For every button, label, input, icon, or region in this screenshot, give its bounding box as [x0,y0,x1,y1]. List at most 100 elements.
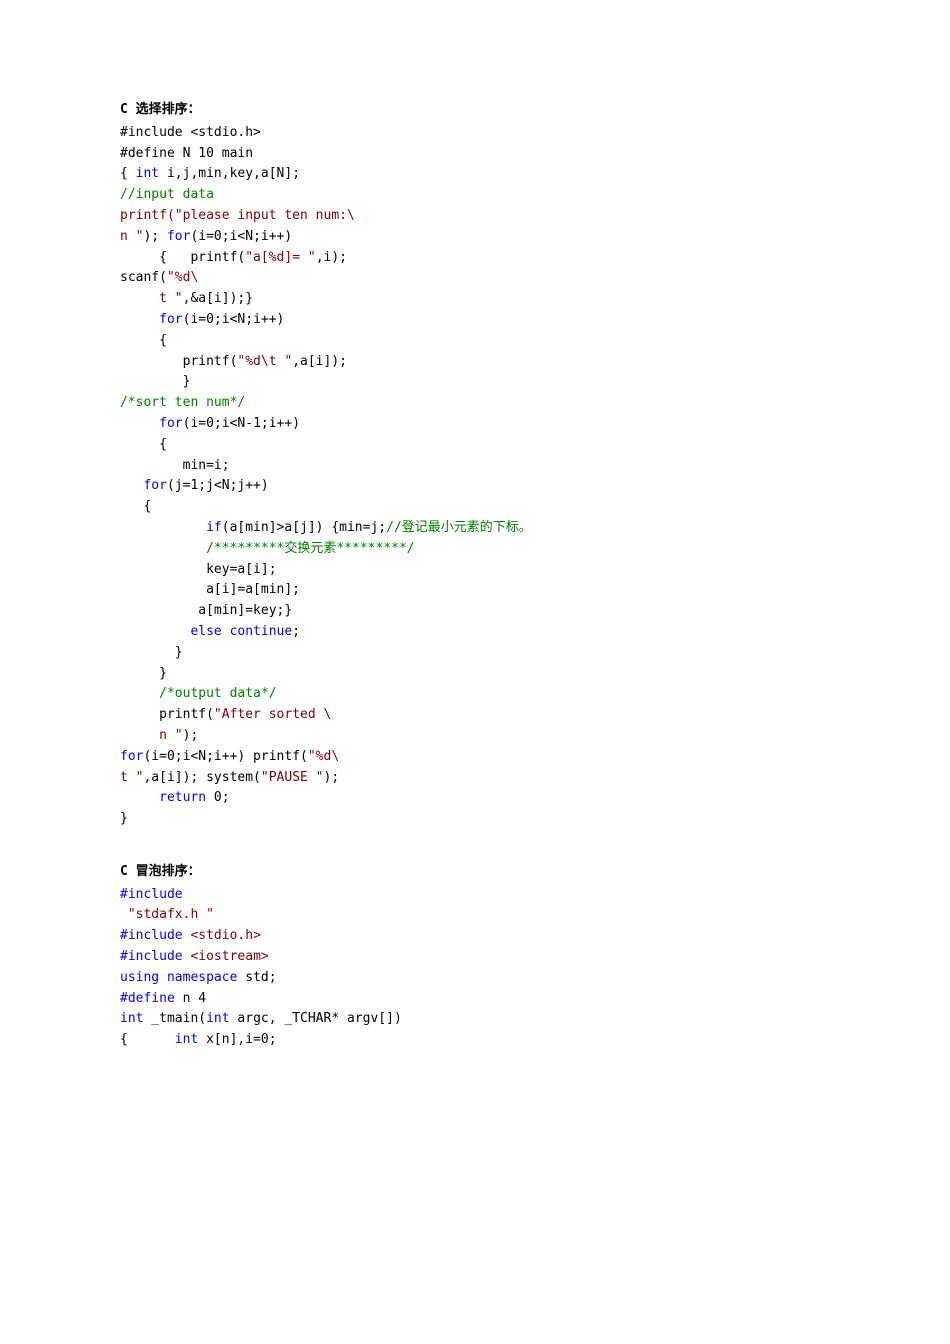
code-line: "stdafx.h " [120,905,830,926]
code-segment: { [120,166,128,181]
code-segment: t " [120,770,143,785]
code-segment: (i=0;i<N;i++) [183,312,285,327]
code-line: } [120,809,830,830]
code-segment: int [175,1032,198,1047]
code-segment: n " [120,229,143,244]
code-segment: ,&a[i]);} [183,291,253,306]
code-segment: (i=0;i<N;i++) [190,229,292,244]
code-line: printf("%d\t ",a[i]); [120,352,830,373]
code-segment: a[i]=a[min]; [120,582,300,597]
code-segment: key=a[i]; [120,562,277,577]
code-segment: "%d\ [167,270,198,285]
code-line: /*output data*/ [120,684,830,705]
code-segment: <iostream> [183,949,269,964]
code-line: #include <stdio.h> [120,926,830,947]
code-segment: for [159,229,190,244]
code-segment: } [120,811,128,826]
code-segment: printf("please input ten num:\ [120,208,355,223]
code-segment: #define N 10 main [120,146,253,161]
code-line: else continue; [120,622,830,643]
code-line: { printf("a[%d]= ",i); [120,248,830,269]
code-segment: <stdio.h> [183,928,261,943]
code-line: return 0; [120,788,830,809]
code-line: #define N 10 main [120,144,830,165]
code-segment: //input data [120,187,214,202]
code-segment: /*output data*/ [120,686,277,701]
code-segment: } [120,645,183,660]
code-segment: n 4 [175,991,206,1006]
code-line: for(i=0;i<N-1;i++) [120,414,830,435]
code-line: } [120,664,830,685]
code-segment: { [120,499,151,514]
code-segment: i,j,min,key,a[N]; [159,166,300,181]
code-segment: std; [237,970,276,985]
code-line: a[i]=a[min]; [120,580,830,601]
code-segment: for [120,416,183,431]
code-line: int _tmain(int argc, _TCHAR* argv[]) [120,1009,830,1030]
code-segment: scanf( [120,270,167,285]
code-segment: { [120,333,167,348]
code-segment: #include [120,887,183,902]
code-segment: ); [143,229,159,244]
code-line: n "); for(i=0;i<N;i++) [120,227,830,248]
section2-title: C 冒泡排序： [120,862,830,883]
code-line: #include <stdio.h> [120,123,830,144]
code-line: for(j=1;j<N;j++) [120,476,830,497]
code-segment: (i=0;i<N-1;i++) [183,416,300,431]
code-line: { [120,331,830,352]
code-line: using namespace std; [120,968,830,989]
code-segment: ; [292,624,300,639]
code-segment: return [120,790,206,805]
code-segment: "After sorted \ [214,707,331,722]
code-line: for(i=0;i<N;i++) [120,310,830,331]
code-line: key=a[i]; [120,560,830,581]
section1-title: C 选择排序： [120,100,830,121]
code-segment: (i=0;i<N;i++) printf( [143,749,307,764]
code-line: { int x[n],i=0; [120,1030,830,1051]
code-segment: printf( [120,354,237,369]
code-segment: t " [120,291,183,306]
code-line: for(i=0;i<N;i++) printf("%d\ [120,747,830,768]
code-segment: "stdafx.h " [120,907,214,922]
code-segment: int [120,1011,143,1026]
code-segment: "PAUSE " [261,770,324,785]
code-line: #include [120,885,830,906]
code-segment: { [120,437,167,452]
code-segment: ,a[i]); system( [143,770,260,785]
code-line: } [120,643,830,664]
code-segment: int [206,1011,229,1026]
code-segment: /*sort ten num*/ [120,395,245,410]
code-segment: n " [120,728,183,743]
code-segment: namespace [159,970,237,985]
code-line: if(a[min]>a[j]) {min=j;//登记最小元素的下标。 [120,518,830,539]
code-segment: "%d\t " [237,354,292,369]
code-segment: for [120,478,167,493]
code-line: //input data [120,185,830,206]
code-segment: #include [120,928,183,943]
code-segment: #include [120,949,183,964]
code-segment: ); [183,728,199,743]
code-line: { int i,j,min,key,a[N]; [120,164,830,185]
code-segment: { printf( [120,250,245,265]
section1-code: #include <stdio.h> #define N 10 main { int… [120,123,830,830]
code-line: printf("please input ten num:\ [120,206,830,227]
code-line: printf("After sorted \ [120,705,830,726]
code-segment: //登记最小元素的下标。 [386,520,532,535]
code-segment: #define [120,991,175,1006]
code-line: #define n 4 [120,989,830,1010]
code-segment: 0; [206,790,229,805]
code-segment: (j=1;j<N;j++) [167,478,269,493]
code-segment: } [120,374,190,389]
code-segment: ,a[i]); [292,354,347,369]
code-segment: for [120,749,143,764]
code-line: { [120,435,830,456]
code-segment: a[min]=key;} [120,603,292,618]
code-segment: (a[min]>a[j]) {min=j; [222,520,386,535]
code-line: /*********交换元素*********/ [120,539,830,560]
code-segment: else [120,624,222,639]
code-segment: _tmain( [143,1011,206,1026]
code-segment: /*********交换元素*********/ [120,541,415,556]
code-segment: using [120,970,159,985]
code-line: a[min]=key;} [120,601,830,622]
code-line: t ",a[i]); system("PAUSE "); [120,768,830,789]
